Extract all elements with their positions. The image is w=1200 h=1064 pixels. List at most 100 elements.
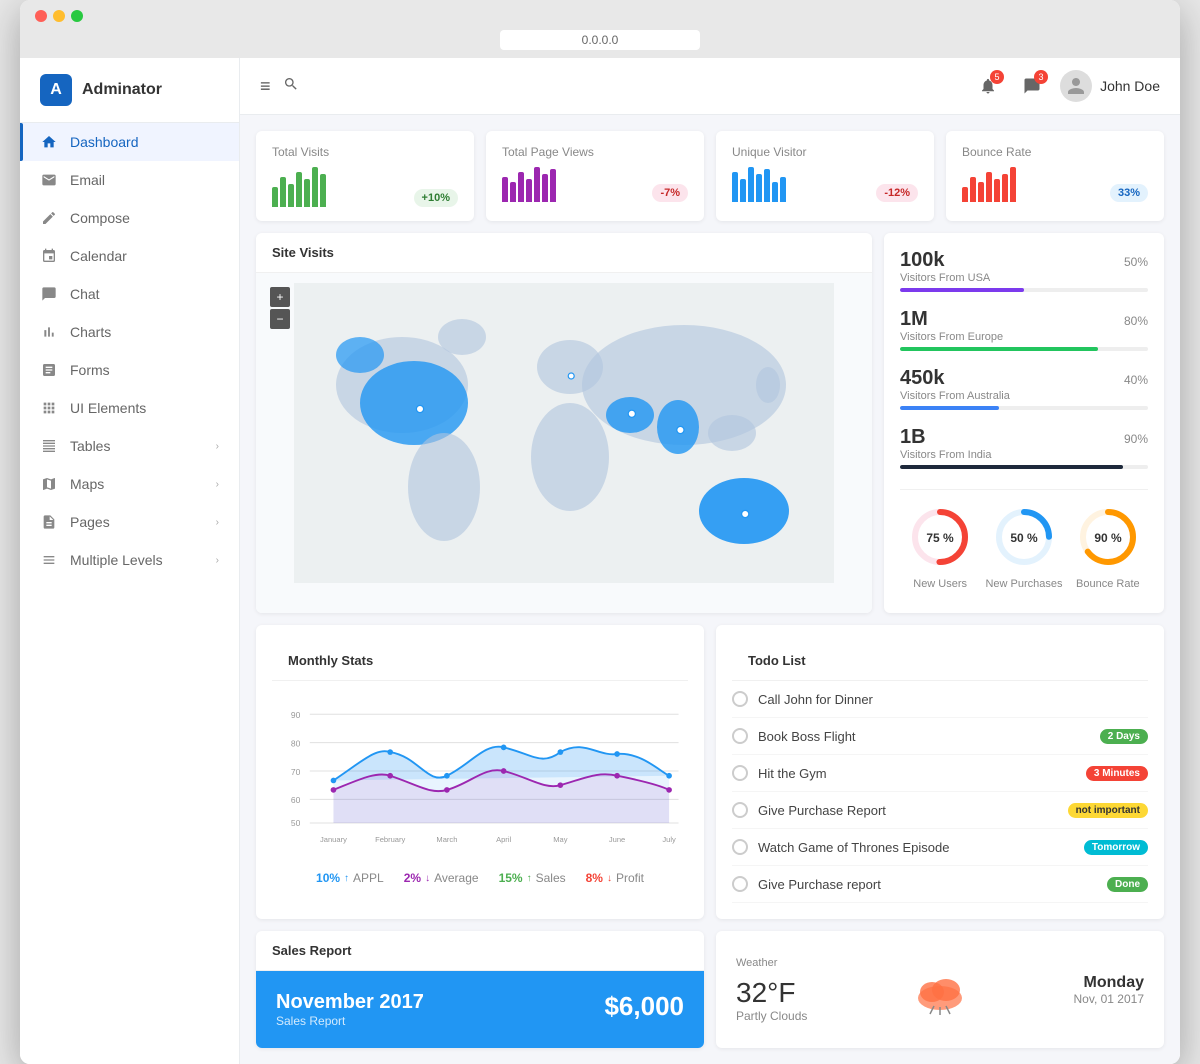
email-icon bbox=[40, 171, 58, 189]
svg-text:50: 50 bbox=[291, 818, 301, 828]
sidebar-item-forms[interactable]: Forms bbox=[20, 351, 239, 389]
todo-text-1: Book Boss Flight bbox=[758, 729, 1090, 744]
svg-text:60: 60 bbox=[291, 795, 301, 805]
map-controls: + − bbox=[270, 287, 290, 329]
map-title: Site Visits bbox=[256, 233, 872, 273]
maps-icon bbox=[40, 475, 58, 493]
brand-icon: A bbox=[40, 74, 72, 106]
bar bbox=[320, 174, 326, 207]
stat-title-3: Bounce Rate bbox=[962, 145, 1148, 159]
sidebar-item-ui-elements[interactable]: UI Elements bbox=[20, 389, 239, 427]
visitor-europe-label: Visitors From Europe bbox=[900, 331, 1148, 343]
stat-card-total-visits: Total Visits +10% bbox=[256, 131, 474, 221]
sidebar-label-multiple-levels: Multiple Levels bbox=[70, 552, 163, 568]
svg-text:June: June bbox=[609, 835, 625, 844]
stat-title-2: Unique Visitor bbox=[732, 145, 918, 159]
todo-badge-3: not important bbox=[1068, 803, 1148, 818]
user-name: John Doe bbox=[1100, 78, 1160, 94]
maximize-dot[interactable] bbox=[71, 10, 83, 22]
sidebar-item-dashboard[interactable]: Dashboard bbox=[20, 123, 239, 161]
donut-label-new-purchases: New Purchases bbox=[985, 578, 1062, 590]
legend-appl-label: APPL bbox=[353, 871, 384, 885]
weather-date: Nov, 01 2017 bbox=[1074, 992, 1145, 1006]
message-badge: 3 bbox=[1034, 70, 1048, 84]
user-menu[interactable]: John Doe bbox=[1060, 70, 1160, 102]
pages-icon bbox=[40, 513, 58, 531]
minimize-dot[interactable] bbox=[53, 10, 65, 22]
todo-check-1[interactable] bbox=[732, 728, 748, 744]
todo-text-0: Call John for Dinner bbox=[758, 692, 1148, 707]
bar bbox=[550, 169, 556, 202]
sales-sub: Sales Report bbox=[276, 1014, 424, 1028]
sidebar-item-pages[interactable]: Pages › bbox=[20, 503, 239, 541]
chat-icon bbox=[40, 285, 58, 303]
sidebar-nav: Dashboard Email Compose bbox=[20, 123, 239, 579]
visitor-australia-bar bbox=[900, 406, 999, 410]
sales-section: Sales Report November 2017 Sales Report … bbox=[256, 931, 1164, 1048]
visitor-usa-label: Visitors From USA bbox=[900, 272, 1148, 284]
donut-svg-new-users: 75 % bbox=[905, 502, 975, 572]
sidebar-item-compose[interactable]: Compose bbox=[20, 199, 239, 237]
bar bbox=[994, 179, 1000, 202]
pages-arrow: › bbox=[216, 517, 219, 528]
visitor-stats: 100k 50% Visitors From USA 1M 80% Visi bbox=[884, 233, 1164, 613]
legend-sales: 15% ↑ Sales bbox=[499, 871, 566, 885]
home-icon bbox=[40, 133, 58, 151]
levels-icon bbox=[40, 551, 58, 569]
todo-check-5[interactable] bbox=[732, 876, 748, 892]
weather-temp: 32°F bbox=[736, 977, 807, 1009]
legend-appl-dir: ↑ bbox=[344, 873, 349, 884]
todo-check-0[interactable] bbox=[732, 691, 748, 707]
close-dot[interactable] bbox=[35, 10, 47, 22]
sidebar-item-calendar[interactable]: Calendar bbox=[20, 237, 239, 275]
menu-button[interactable]: ≡ bbox=[260, 76, 271, 97]
multiple-levels-arrow: › bbox=[216, 555, 219, 566]
svg-text:50 %: 50 % bbox=[1010, 531, 1038, 545]
stat-title-1: Total Page Views bbox=[502, 145, 688, 159]
sidebar-item-tables[interactable]: Tables › bbox=[20, 427, 239, 465]
message-notification[interactable]: 3 bbox=[1016, 70, 1048, 102]
bar bbox=[756, 174, 762, 202]
bar bbox=[740, 179, 746, 202]
todo-check-4[interactable] bbox=[732, 839, 748, 855]
legend-profit-label: Profit bbox=[616, 871, 644, 885]
todo-check-3[interactable] bbox=[732, 802, 748, 818]
monthly-stats-card: Monthly Stats 90 80 bbox=[256, 625, 704, 919]
bar bbox=[986, 172, 992, 202]
url-bar[interactable]: 0.0.0.0 bbox=[500, 30, 700, 50]
weather-icon bbox=[910, 960, 970, 1020]
svg-text:July: July bbox=[662, 835, 676, 844]
visitor-europe: 1M 80% Visitors From Europe bbox=[900, 308, 1148, 351]
stat-cards: Total Visits +10% bbox=[256, 131, 1164, 221]
sidebar-item-chat[interactable]: Chat bbox=[20, 275, 239, 313]
stat-card-page-views: Total Page Views -7% bbox=[486, 131, 704, 221]
charts-icon bbox=[40, 323, 58, 341]
sidebar-item-email[interactable]: Email bbox=[20, 161, 239, 199]
sidebar-item-maps[interactable]: Maps › bbox=[20, 465, 239, 503]
bar bbox=[978, 182, 984, 202]
legend-avg-dir: ↓ bbox=[425, 873, 430, 884]
visitor-usa: 100k 50% Visitors From USA bbox=[900, 249, 1148, 292]
weather-desc: Partly Clouds bbox=[736, 1009, 807, 1023]
map-zoom-in[interactable]: + bbox=[270, 287, 290, 307]
topbar: ≡ 5 3 John Doe bbox=[240, 58, 1180, 115]
search-button[interactable] bbox=[283, 76, 299, 96]
bell-notification[interactable]: 5 bbox=[972, 70, 1004, 102]
sidebar-item-multiple-levels[interactable]: Multiple Levels › bbox=[20, 541, 239, 579]
sales-banner: November 2017 Sales Report $6,000 bbox=[256, 971, 704, 1048]
weather-right: Monday Nov, 01 2017 bbox=[1074, 974, 1145, 1006]
chart-area: 90 80 70 60 50 January February March Ap… bbox=[272, 691, 688, 851]
sidebar-label-chat: Chat bbox=[70, 286, 100, 302]
sales-amount: $6,000 bbox=[604, 991, 684, 1022]
legend-profit-pct: 8% bbox=[586, 871, 603, 885]
bar bbox=[1002, 174, 1008, 202]
todo-item-0: Call John for Dinner bbox=[732, 681, 1148, 718]
map-zoom-out[interactable]: − bbox=[270, 309, 290, 329]
todo-text-3: Give Purchase Report bbox=[758, 803, 1058, 818]
todo-list: Call John for Dinner Book Boss Flight 2 … bbox=[732, 681, 1148, 903]
bar bbox=[518, 172, 524, 202]
visitor-australia-amount: 450k bbox=[900, 367, 945, 390]
sidebar-item-charts[interactable]: Charts bbox=[20, 313, 239, 351]
todo-check-2[interactable] bbox=[732, 765, 748, 781]
visitor-europe-amount: 1M bbox=[900, 308, 928, 331]
